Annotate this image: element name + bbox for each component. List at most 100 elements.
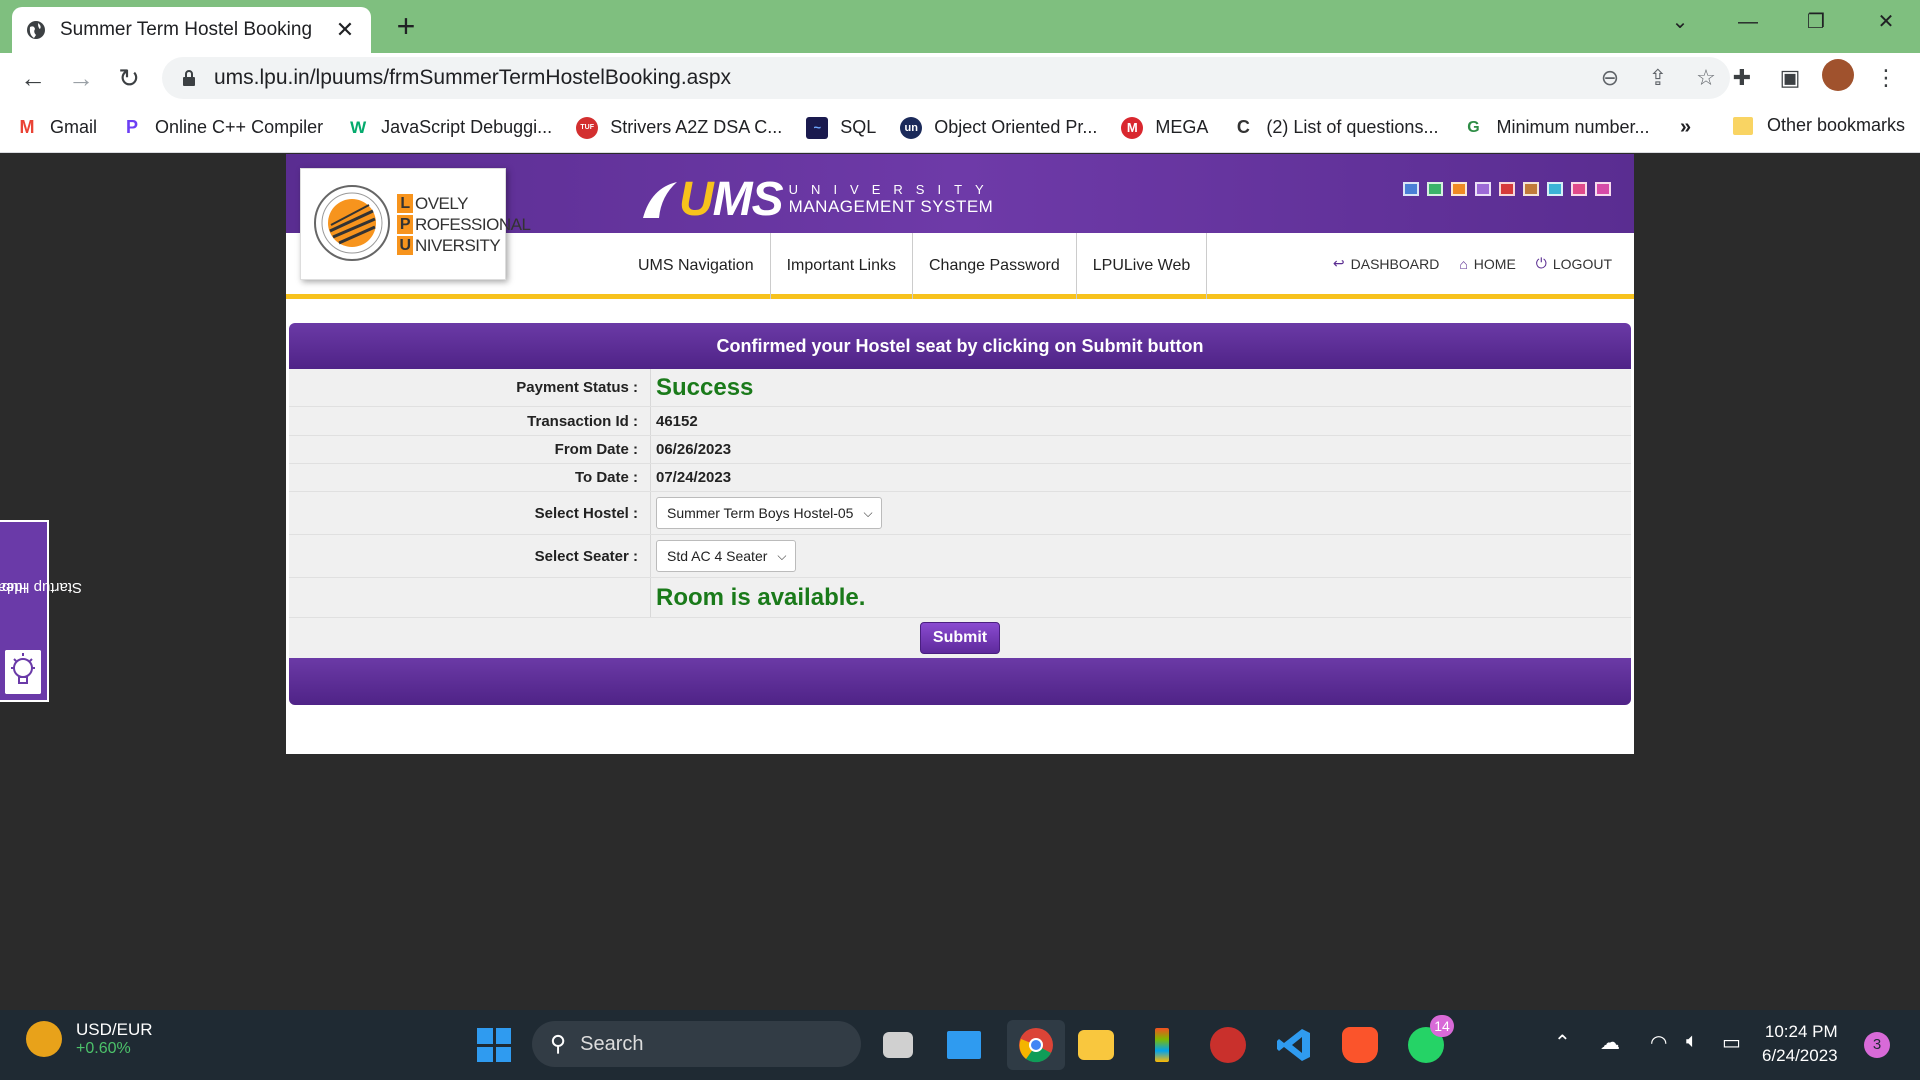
address-bar[interactable]: ums.lpu.in/lpuums/frmSummerTermHostelBoo… (162, 57, 1730, 99)
search-icon: ⚲ (550, 1031, 567, 1056)
onedrive-cloud-icon[interactable]: ☁ (1600, 1030, 1620, 1055)
side-panel-icon[interactable]: ▣ (1766, 65, 1814, 91)
bookmark-list-of-questions[interactable]: C (2) List of questions... (1232, 116, 1438, 139)
theme-swatch-red[interactable] (1499, 182, 1515, 196)
notification-count-badge[interactable]: 3 (1864, 1032, 1890, 1058)
new-tab-button[interactable]: + (390, 8, 422, 44)
tuf-icon: TUF (576, 116, 599, 139)
browser-tab-active[interactable]: Summer Term Hostel Booking ✕ (12, 7, 371, 53)
tab-search-chevron-icon[interactable]: ⌄ (1660, 6, 1700, 38)
close-tab-icon[interactable]: ✕ (333, 17, 357, 43)
power-icon: ⏻ (1535, 255, 1547, 271)
show-hidden-icons-chevron-icon[interactable]: ⌃ (1554, 1030, 1571, 1055)
url-text[interactable]: ums.lpu.in/lpuums/frmSummerTermHostelBoo… (214, 66, 1586, 90)
taskbar-search[interactable]: ⚲ Search (532, 1021, 861, 1067)
home-icon: ⌂ (1459, 255, 1468, 272)
theme-swatch-cyan[interactable] (1547, 182, 1563, 196)
select-seater-label: Select Seater : (289, 535, 651, 577)
folder-icon (1733, 116, 1753, 135)
ums-page: UMS UNIVERSITY MANAGEMENT SYSTEM L OVELY… (286, 154, 1634, 754)
dashboard-link[interactable]: ↩ DASHBOARD (1333, 255, 1439, 272)
extensions-icon[interactable]: ✚ (1718, 65, 1766, 91)
ums-main-menu: UMS Navigation Important Links Change Pa… (622, 233, 1208, 299)
theme-swatch-blue[interactable] (1403, 182, 1419, 196)
menu-change-password[interactable]: Change Password (913, 233, 1077, 299)
more-bookmarks-chevron-icon[interactable]: » (1680, 116, 1691, 139)
select-seater-row: Select Seater : Std AC 4 Seater ⌵ (289, 535, 1631, 578)
vscode-icon (1277, 1029, 1310, 1061)
home-link[interactable]: ⌂ HOME (1459, 256, 1515, 272)
bookmark-sql[interactable]: ~ SQL (806, 116, 876, 139)
chevron-down-icon: ⌵ (863, 505, 873, 520)
ums-wordmark: UMS (679, 173, 784, 226)
seater-select[interactable]: Std AC 4 Seater ⌵ (656, 540, 796, 572)
close-window-icon[interactable]: ✕ (1866, 6, 1906, 38)
chevron-down-icon: ⌵ (777, 548, 787, 563)
theme-swatch-green[interactable] (1427, 182, 1443, 196)
taskbar-app-devcpp[interactable] (1206, 1023, 1250, 1067)
lpu-wordmark: L OVELY P ROFESSIONAL U NIVERSITY (397, 193, 531, 256)
gmail-icon: M (16, 116, 38, 139)
hostel-select-value: Summer Term Boys Hostel-05 (667, 505, 854, 521)
profile-avatar[interactable] (1814, 59, 1862, 97)
lpu-logo[interactable]: L OVELY P ROFESSIONAL U NIVERSITY (300, 168, 531, 280)
taskbar-app-brave[interactable] (1338, 1023, 1382, 1067)
lpu-seal-icon (314, 185, 390, 261)
to-date-row: To Date : 07/24/2023 (289, 464, 1631, 492)
ums-subtitle: UNIVERSITY MANAGEMENT SYSTEM (788, 182, 997, 216)
menu-lpulive-web[interactable]: LPULive Web (1077, 233, 1208, 299)
taskbar-app-file-explorer[interactable] (1074, 1023, 1118, 1067)
theme-swatch-magenta[interactable] (1595, 182, 1611, 196)
forward-arrow-icon[interactable]: → (65, 62, 97, 94)
menu-ums-navigation[interactable]: UMS Navigation (622, 233, 771, 299)
share-icon[interactable]: ⇪ (1634, 65, 1682, 91)
browser-toolbar: ← → ↻ ums.lpu.in/lpuums/frmSummerTermHos… (0, 53, 1920, 103)
taskbar-app-office[interactable] (1140, 1023, 1184, 1067)
ums-logo: UMS UNIVERSITY MANAGEMENT SYSTEM (641, 172, 997, 227)
dashboard-icon: ↩ (1332, 255, 1345, 271)
bookmark-mega[interactable]: M MEGA (1121, 116, 1208, 139)
theme-swatch-purple[interactable] (1475, 182, 1491, 196)
taskbar-app-whatsapp[interactable]: 14 (1404, 1015, 1454, 1067)
select-hostel-row: Select Hostel : Summer Term Boys Hostel-… (289, 492, 1631, 535)
battery-icon[interactable]: ▭ (1722, 1030, 1741, 1055)
hostel-select[interactable]: Summer Term Boys Hostel-05 ⌵ (656, 497, 882, 529)
theme-swatch-brown[interactable] (1523, 182, 1539, 196)
reload-icon[interactable]: ↻ (113, 62, 145, 94)
windows-logo-icon (477, 1028, 511, 1062)
wifi-icon[interactable]: ◠ (1650, 1030, 1667, 1055)
taskbar-clock[interactable]: 10:24 PM 6/24/2023 (1762, 1020, 1838, 1068)
seater-select-value: Std AC 4 Seater (667, 548, 768, 564)
task-view-button[interactable] (876, 1023, 920, 1067)
taskbar-app-chrome[interactable] (1007, 1020, 1065, 1070)
theme-swatch-pink[interactable] (1571, 182, 1587, 196)
idea-startup-hub-tab[interactable]: Idea /Startup Hub (0, 520, 82, 702)
bookmark-minimum-number[interactable]: G Minimum number... (1462, 116, 1650, 139)
bookmark-javascript-debugging[interactable]: W JavaScript Debuggi... (347, 116, 552, 139)
taskbar-app-vscode[interactable] (1272, 1023, 1316, 1067)
bookmark-online-cpp-compiler[interactable]: P Online C++ Compiler (121, 116, 323, 139)
volume-icon[interactable]: 🔈︎ (1686, 1030, 1698, 1053)
mega-icon: M (1121, 116, 1144, 139)
start-button[interactable] (472, 1023, 516, 1067)
minimize-window-icon[interactable]: — (1728, 6, 1768, 38)
transaction-value: 46152 (656, 412, 698, 430)
geeksforgeeks-icon: G (1462, 116, 1485, 139)
to-date-value: 07/24/2023 (656, 469, 732, 486)
bookmark-object-oriented[interactable]: un Object Oriented Pr... (900, 116, 1097, 139)
theme-swatch-orange[interactable] (1451, 182, 1467, 196)
currency-widget[interactable]: USD/EUR +0.60% (26, 1020, 153, 1058)
menu-kebab-icon[interactable]: ⋮ (1862, 65, 1910, 91)
devcpp-icon (1210, 1027, 1246, 1063)
bookmark-gmail[interactable]: M Gmail (16, 116, 97, 139)
zoom-icon[interactable]: ⊖ (1586, 65, 1634, 91)
submit-button[interactable]: Submit (919, 622, 1001, 654)
logout-link[interactable]: ⏻ LOGOUT (1536, 255, 1612, 272)
other-bookmarks-folder[interactable]: Other bookmarks (1733, 115, 1905, 136)
taskbar-app-desktop[interactable] (942, 1023, 986, 1067)
back-arrow-icon[interactable]: ← (17, 62, 49, 94)
to-date-label: To Date : (289, 464, 651, 491)
restore-window-icon[interactable]: ❐ (1796, 6, 1836, 38)
bookmark-strivers-a2z[interactable]: TUF Strivers A2Z DSA C... (576, 116, 782, 139)
menu-important-links[interactable]: Important Links (771, 233, 913, 299)
